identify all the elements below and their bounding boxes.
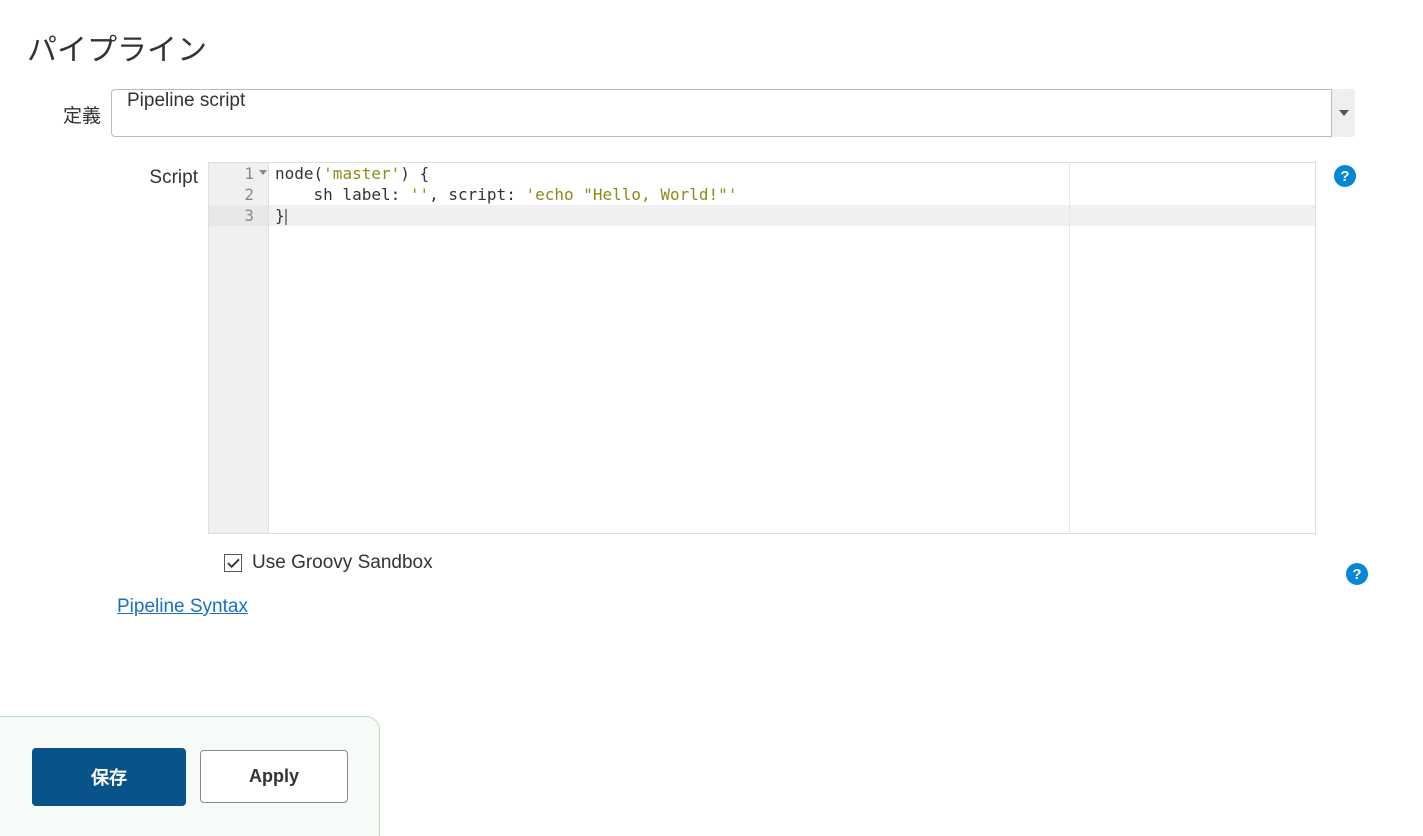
button-bar: 保存 Apply — [0, 716, 380, 836]
definition-row: 定義 Pipeline script — [28, 89, 1395, 137]
code-line[interactable]: sh label: '', script: 'echo "Hello, Worl… — [269, 184, 1315, 205]
sandbox-checkbox[interactable] — [224, 554, 242, 572]
editor-code-area[interactable]: node('master') { sh label: '', script: '… — [269, 163, 1315, 533]
save-button[interactable]: 保存 — [32, 748, 186, 806]
script-row: Script 123 node('master') { sh label: ''… — [28, 162, 1395, 534]
code-line[interactable]: } — [269, 205, 1315, 226]
help-icon[interactable]: ? — [1334, 165, 1356, 187]
script-editor[interactable]: 123 node('master') { sh label: '', scrip… — [208, 162, 1316, 534]
gutter-line: 3 — [209, 205, 268, 226]
editor-gutter: 123 — [209, 163, 269, 533]
definition-select[interactable]: Pipeline script — [111, 89, 1355, 137]
print-margin — [1069, 163, 1070, 533]
help-icon[interactable]: ? — [1346, 563, 1368, 585]
gutter-line: 1 — [209, 163, 268, 184]
sandbox-label: Use Groovy Sandbox — [252, 552, 433, 574]
code-line[interactable]: node('master') { — [269, 163, 1315, 184]
script-label: Script — [28, 162, 208, 189]
cursor — [285, 209, 287, 225]
page-title: パイプライン — [0, 0, 1423, 89]
apply-button[interactable]: Apply — [200, 750, 348, 803]
sandbox-row: Use Groovy Sandbox — [224, 552, 433, 574]
pipeline-syntax-link[interactable]: Pipeline Syntax — [117, 596, 248, 618]
definition-label: 定義 — [28, 89, 111, 128]
fold-arrow-icon[interactable] — [259, 170, 267, 175]
gutter-line: 2 — [209, 184, 268, 205]
